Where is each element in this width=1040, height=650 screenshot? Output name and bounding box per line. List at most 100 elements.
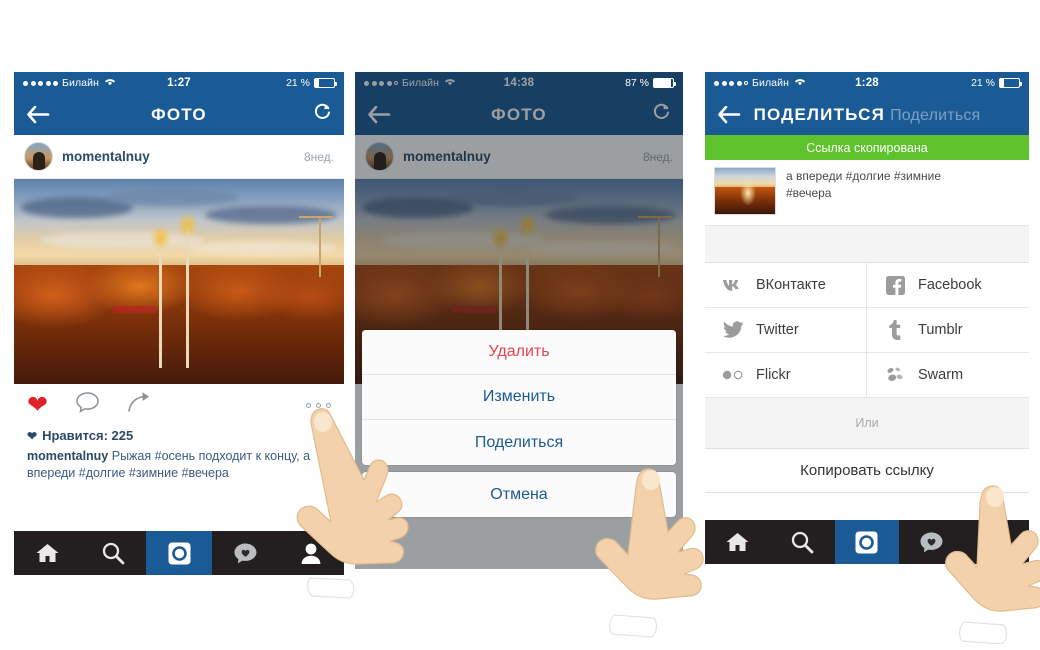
activity-tab[interactable]: [899, 520, 964, 564]
cloud: [446, 189, 579, 206]
share-preview: а впереди #долгие #зимние #вечера: [705, 160, 1029, 226]
share-target-tumblr[interactable]: Tumblr: [867, 308, 1029, 353]
red-roof: [113, 306, 156, 314]
refresh-button[interactable]: [652, 103, 671, 126]
heart-filled-icon[interactable]: ❤: [27, 392, 48, 418]
status-right: 87 %: [625, 77, 676, 89]
construction-crane: [298, 215, 333, 278]
activity-tab[interactable]: [212, 531, 278, 575]
status-bar: Билайн 14:38 87 %: [355, 72, 683, 94]
nav-bar: ПОДЕЛИТЬСЯ Поделиться: [705, 94, 1029, 135]
nav-bar: ФОТО: [355, 94, 683, 135]
autumn-trees: [14, 265, 344, 384]
avatar[interactable]: [365, 142, 394, 171]
home-tab[interactable]: [14, 531, 80, 575]
action-sheet-group: Удалить Изменить Поделиться: [362, 330, 676, 465]
share-caption: а впереди #долгие #зимние #вечера: [786, 167, 941, 215]
post-username[interactable]: momentalnuy: [62, 149, 150, 164]
flickr-icon: [722, 369, 744, 381]
or-divider: Или: [705, 398, 1029, 448]
red-roof: [453, 306, 497, 314]
tab-bar: [14, 531, 344, 575]
refresh-button[interactable]: [313, 103, 332, 126]
post-header: momentalnuy 8нед.: [355, 135, 683, 179]
status-bar: Билайн 1:27 21 %: [14, 72, 344, 94]
twitter-icon: [722, 321, 744, 339]
phone-screen-1: Билайн 1:27 21 % ФОТО momentalnuy 8нед. …: [14, 72, 344, 575]
share-target-label: Twitter: [756, 322, 799, 338]
post-actions: ❤: [14, 384, 344, 426]
post-photo[interactable]: [14, 179, 344, 384]
cancel-button[interactable]: Отмена: [362, 472, 676, 517]
construction-crane: [638, 215, 673, 278]
battery-icon: [314, 78, 337, 88]
post-username[interactable]: momentalnuy: [403, 149, 491, 164]
share-target-label: Tumblr: [918, 322, 963, 338]
copy-link-row[interactable]: Копировать ссылку: [705, 448, 1029, 493]
phone-screen-3: Билайн 1:28 21 % ПОДЕЛИТЬСЯ Поделиться Сс…: [705, 72, 1029, 564]
share-target-vk[interactable]: ВКонтакте: [705, 263, 867, 308]
page-title-main: ПОДЕЛИТЬСЯ: [753, 104, 886, 124]
more-dots-icon[interactable]: [306, 402, 331, 408]
search-tab[interactable]: [770, 520, 835, 564]
share-spacer: [705, 226, 1029, 262]
birch-tree: [150, 224, 172, 368]
facebook-icon: [884, 275, 906, 295]
cloud: [525, 240, 677, 255]
share-target-flickr[interactable]: Flickr: [705, 353, 867, 398]
share-target-swarm[interactable]: Swarm: [867, 353, 1029, 398]
search-tab[interactable]: [80, 531, 146, 575]
back-button[interactable]: [26, 104, 52, 126]
page-title: ФОТО: [491, 104, 547, 124]
battery-percent-label: 21 %: [286, 77, 310, 89]
back-button[interactable]: [717, 104, 743, 126]
cloud: [185, 240, 338, 255]
share-arrow-icon[interactable]: [127, 391, 153, 419]
delete-button[interactable]: Удалить: [362, 330, 676, 375]
share-target-label: Swarm: [918, 367, 964, 383]
nav-bar: ФОТО: [14, 94, 344, 135]
camera-tab[interactable]: [146, 531, 212, 575]
share-target-grid: ВКонтакте Facebook Twitter Tumblr Flickr…: [705, 262, 1029, 398]
page-title: ПОДЕЛИТЬСЯ Поделиться: [705, 105, 1029, 125]
status-right: 21 %: [286, 77, 337, 89]
share-caption-line2: #вечера: [786, 185, 832, 200]
back-button[interactable]: [367, 104, 393, 126]
cloud: [106, 189, 239, 206]
page-title: ФОТО: [151, 104, 207, 124]
battery-percent-label: 21 %: [971, 77, 995, 89]
post-age-label: 8нед.: [303, 149, 334, 164]
thumb-sun-glow: [740, 179, 757, 206]
action-sheet: Удалить Изменить Поделиться Отмена: [362, 330, 676, 517]
battery-icon: [999, 78, 1022, 88]
camera-tab[interactable]: [834, 520, 900, 564]
share-target-label: ВКонтакте: [756, 277, 826, 293]
likes-label[interactable]: Нравится: 225: [42, 428, 133, 443]
share-button[interactable]: Поделиться: [362, 420, 676, 465]
heart-small-icon: ❤: [27, 428, 38, 443]
profile-tab[interactable]: [278, 531, 344, 575]
avatar[interactable]: [24, 142, 53, 171]
post-thumbnail: [714, 167, 776, 215]
share-target-twitter[interactable]: Twitter: [705, 308, 867, 353]
comment-bubble-icon[interactable]: [75, 391, 100, 419]
share-target-facebook[interactable]: Facebook: [867, 263, 1029, 308]
battery-percent-label: 87 %: [625, 77, 649, 89]
profile-tab[interactable]: [964, 520, 1029, 564]
post-header: momentalnuy 8нед.: [14, 135, 344, 179]
share-target-label: Facebook: [918, 277, 982, 293]
home-tab[interactable]: [705, 520, 770, 564]
cloud: [205, 205, 338, 225]
battery-icon: [653, 78, 676, 88]
phone-screen-2: Билайн 14:38 87 % ФОТО momentalnuy 8нед.…: [355, 72, 683, 569]
birch-tree: [176, 212, 198, 368]
page-title-ghost: Поделиться: [890, 106, 981, 124]
post-age-label: 8нед.: [642, 149, 673, 164]
tumblr-icon: [884, 320, 906, 340]
caption-author[interactable]: momentalnuy: [27, 449, 108, 463]
edit-button[interactable]: Изменить: [362, 375, 676, 420]
post-caption: momentalnuy Рыжая #осень подходит к конц…: [14, 446, 344, 490]
status-right: 21 %: [971, 77, 1022, 89]
cloud: [545, 205, 677, 225]
share-caption-line1: а впереди #долгие #зимние: [786, 169, 941, 183]
